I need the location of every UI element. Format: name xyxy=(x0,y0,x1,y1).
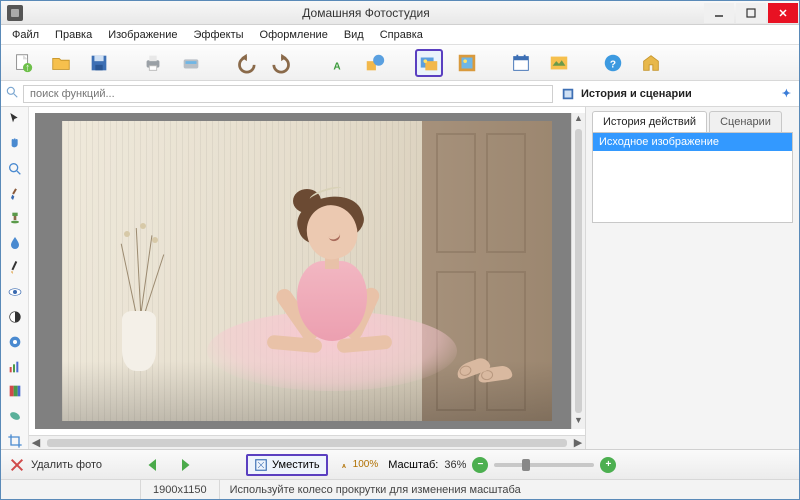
photo-image xyxy=(62,121,552,421)
menu-file[interactable]: Файл xyxy=(5,27,46,43)
prev-photo-button[interactable] xyxy=(142,454,164,476)
undo-icon[interactable] xyxy=(231,49,259,77)
open-icon[interactable] xyxy=(47,49,75,77)
next-photo-button[interactable] xyxy=(174,454,196,476)
menu-bar: Файл Правка Изображение Эффекты Оформлен… xyxy=(1,25,799,45)
print-icon[interactable] xyxy=(139,49,167,77)
zoom-slider[interactable] xyxy=(494,463,594,467)
menu-edit[interactable]: Правка xyxy=(48,27,99,43)
history-item[interactable]: Исходное изображение xyxy=(593,133,792,151)
fit-to-screen-button[interactable]: Уместить xyxy=(246,454,328,476)
frame-icon[interactable] xyxy=(453,49,481,77)
status-empty xyxy=(1,480,141,499)
menu-effects[interactable]: Эффекты xyxy=(187,27,251,43)
history-panel-icon xyxy=(561,87,575,101)
history-panel: История действий Сценарии Исходное изобр… xyxy=(585,107,799,449)
minimize-button[interactable] xyxy=(704,3,734,23)
svg-text:↑: ↑ xyxy=(25,62,30,73)
svg-text:?: ? xyxy=(610,59,616,70)
levels-icon[interactable] xyxy=(5,358,25,375)
zoom-100-label: 100% xyxy=(353,459,379,470)
maximize-button[interactable] xyxy=(736,3,766,23)
clone-stamp-icon[interactable] xyxy=(5,210,25,227)
search-input[interactable] xyxy=(23,85,553,103)
calendar-icon[interactable] xyxy=(507,49,535,77)
svg-text:A: A xyxy=(333,61,341,72)
image-layer-icon[interactable] xyxy=(415,49,443,77)
menu-help[interactable]: Справка xyxy=(373,27,430,43)
eye-red-icon[interactable] xyxy=(5,284,25,301)
pointer-icon[interactable] xyxy=(5,111,25,128)
scale-value: 36% xyxy=(444,459,466,471)
shapes-icon[interactable] xyxy=(361,49,389,77)
zoom-in-button[interactable]: + xyxy=(600,457,616,473)
scan-icon[interactable] xyxy=(177,49,205,77)
vertical-scrollbar[interactable]: ▲▼ xyxy=(571,113,585,429)
sharpen-icon[interactable] xyxy=(5,333,25,350)
home-icon[interactable] xyxy=(637,49,665,77)
fit-label: Уместить xyxy=(272,459,320,471)
window-title: Домашняя Фотостудия xyxy=(29,6,703,20)
heal-icon[interactable] xyxy=(5,408,25,425)
zoom-100-icon: A xyxy=(338,459,350,471)
postcard-icon[interactable] xyxy=(545,49,573,77)
tab-history[interactable]: История действий xyxy=(592,111,707,132)
hand-icon[interactable] xyxy=(5,136,25,153)
zoom-icon[interactable] xyxy=(5,160,25,177)
contrast-icon[interactable] xyxy=(5,309,25,326)
gradient-icon[interactable] xyxy=(5,383,25,400)
search-icon[interactable] xyxy=(1,85,23,102)
history-list[interactable]: Исходное изображение xyxy=(592,133,793,223)
status-dimensions: 1900x1150 xyxy=(141,480,220,499)
status-hint: Используйте колесо прокрутки для изменен… xyxy=(220,484,799,496)
blur-icon[interactable] xyxy=(5,235,25,252)
pencil-icon[interactable] xyxy=(5,259,25,276)
redo-icon[interactable] xyxy=(269,49,297,77)
save-icon[interactable] xyxy=(85,49,113,77)
close-button[interactable] xyxy=(768,3,798,23)
menu-decoration[interactable]: Оформление xyxy=(253,27,335,43)
horizontal-scrollbar[interactable]: ◀▶ xyxy=(29,435,585,449)
fit-icon xyxy=(254,458,268,472)
tab-scenarios[interactable]: Сценарии xyxy=(709,111,782,132)
text-icon[interactable]: A xyxy=(323,49,351,77)
app-icon xyxy=(7,5,23,21)
scale-label: Масштаб: xyxy=(388,459,438,471)
delete-photo-label: Удалить фото xyxy=(31,459,102,471)
delete-photo-button[interactable]: Удалить фото xyxy=(9,457,102,473)
menu-view[interactable]: Вид xyxy=(337,27,371,43)
zoom-100-button[interactable]: A 100% xyxy=(338,454,379,476)
title-bar: Домашняя Фотостудия xyxy=(1,1,799,25)
crop-icon[interactable] xyxy=(5,432,25,449)
canvas-viewport[interactable] xyxy=(35,113,579,429)
main-toolbar: ↑ A ? xyxy=(1,45,799,81)
left-toolbox xyxy=(1,107,29,449)
zoom-out-button[interactable]: − xyxy=(472,457,488,473)
status-bar: 1900x1150 Используйте колесо прокрутки д… xyxy=(1,479,799,499)
svg-text:A: A xyxy=(342,464,346,470)
help-icon[interactable]: ? xyxy=(599,49,627,77)
bottom-toolbar: Удалить фото Уместить A 100% Масштаб: 36… xyxy=(1,449,799,479)
history-panel-title: История и сценарии xyxy=(581,88,776,100)
pin-panel-icon[interactable]: ✦ xyxy=(782,87,791,100)
search-row: История и сценарии ✦ xyxy=(1,81,799,107)
brush-icon[interactable] xyxy=(5,185,25,202)
menu-image[interactable]: Изображение xyxy=(101,27,184,43)
new-file-icon[interactable]: ↑ xyxy=(9,49,37,77)
